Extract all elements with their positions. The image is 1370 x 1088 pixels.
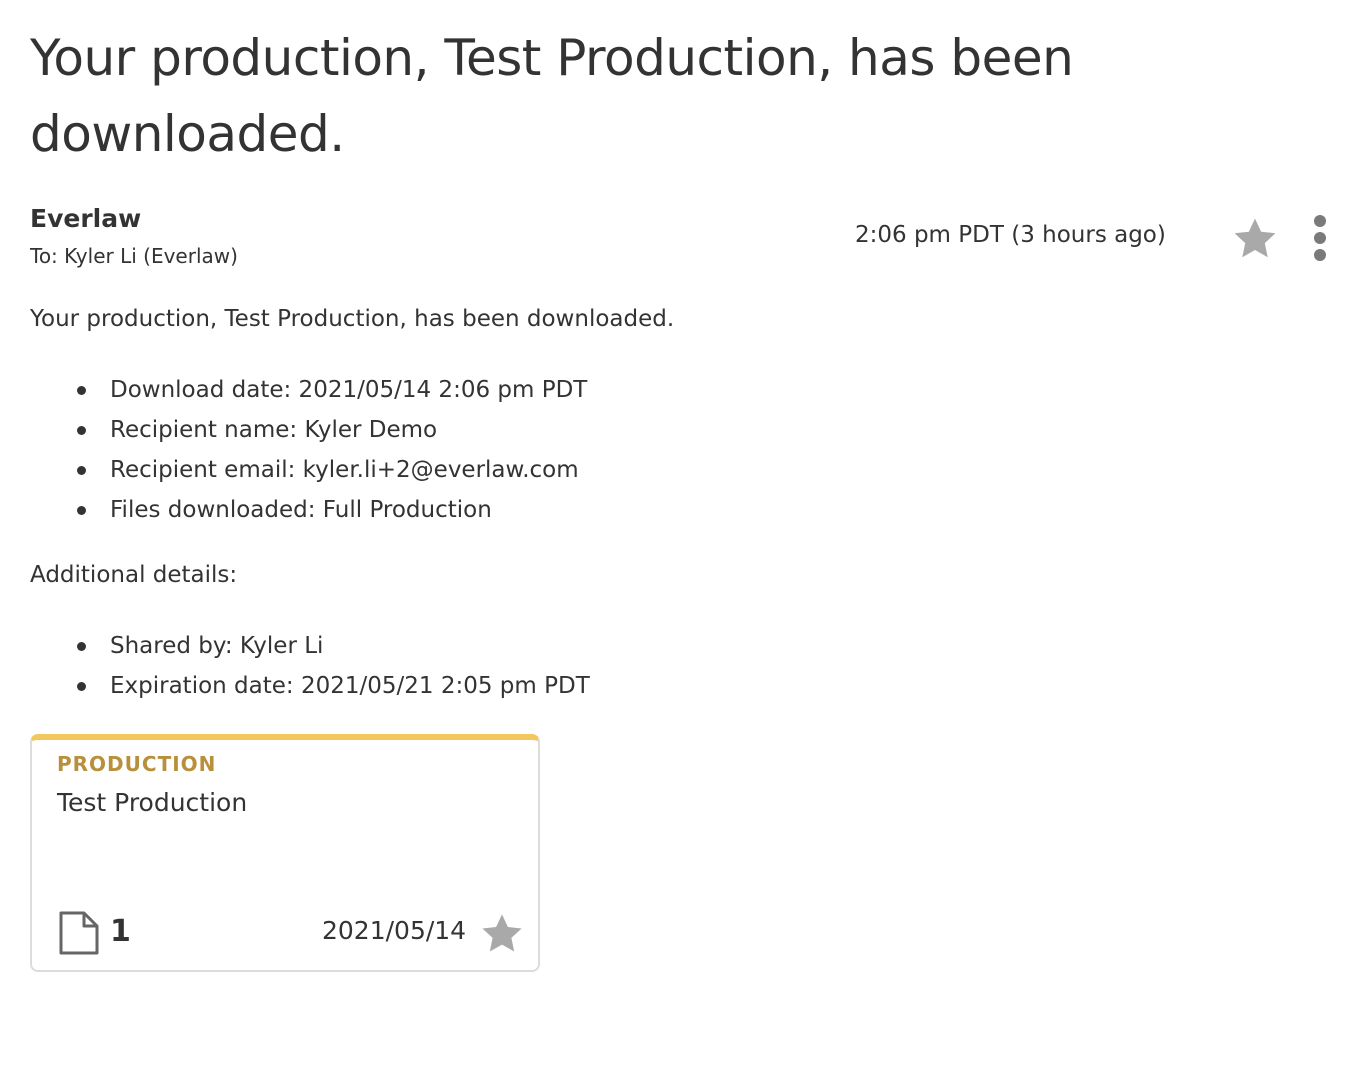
document-count: 1 <box>110 914 131 949</box>
additional-details-list: Shared by: Kyler Li Expiration date: 202… <box>30 626 590 706</box>
card-date: 2021/05/14 <box>322 916 467 945</box>
list-item: Expiration date: 2021/05/21 2:05 pm PDT <box>30 666 590 706</box>
more-options-button[interactable] <box>1305 212 1335 264</box>
production-card[interactable]: PRODUCTION Test Production 1 2021/05/14 <box>30 734 540 972</box>
list-item: Shared by: Kyler Li <box>30 626 590 666</box>
list-item: Files downloaded: Full Production <box>30 490 587 530</box>
recipient-line: To: Kyler Li (Everlaw) <box>30 244 238 268</box>
star-button[interactable] <box>1230 214 1280 264</box>
more-vertical-icon <box>1314 215 1326 261</box>
email-subject: Your production, Test Production, has be… <box>30 29 1074 163</box>
additional-details-label: Additional details: <box>30 562 238 588</box>
card-star-button[interactable] <box>478 910 526 958</box>
star-icon <box>482 914 522 952</box>
list-item: Recipient name: Kyler Demo <box>30 410 587 450</box>
list-item: Download date: 2021/05/14 2:06 pm PDT <box>30 370 587 410</box>
document-icon <box>59 911 99 955</box>
email-timestamp: 2:06 pm PDT (3 hours ago) <box>855 222 1166 248</box>
card-production-name: Test Production <box>57 788 248 817</box>
star-icon <box>1234 218 1276 258</box>
card-type-label: PRODUCTION <box>57 752 217 776</box>
list-item: Recipient email: kyler.li+2@everlaw.com <box>30 450 587 490</box>
sender-name: Everlaw <box>30 204 142 233</box>
email-intro: Your production, Test Production, has be… <box>30 306 675 332</box>
download-details-list: Download date: 2021/05/14 2:06 pm PDT Re… <box>30 370 587 530</box>
